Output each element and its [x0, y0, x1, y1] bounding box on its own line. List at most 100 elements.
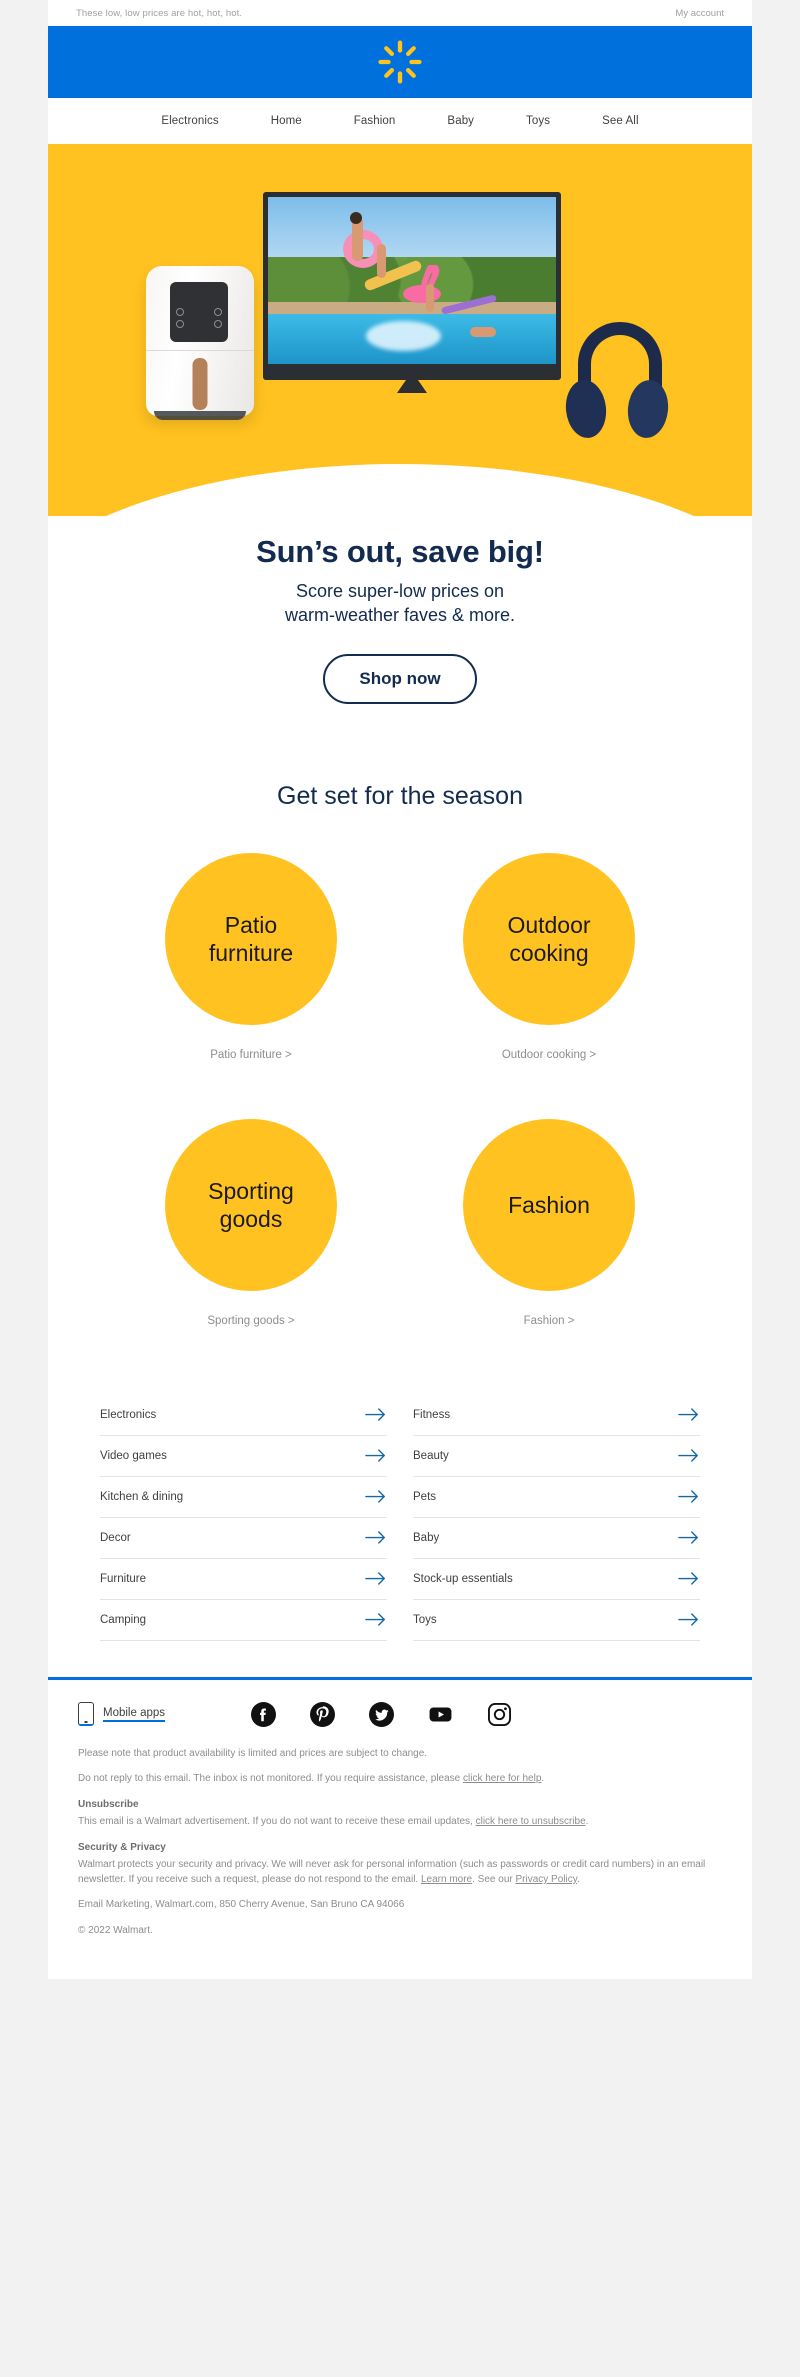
- arrow-right-icon: [678, 1408, 698, 1422]
- my-account-link[interactable]: My account: [675, 8, 724, 19]
- privacy-policy-link[interactable]: Privacy Policy: [515, 1874, 577, 1885]
- air-fryer-seam: [146, 350, 254, 351]
- nav-item-see-all[interactable]: See All: [576, 115, 665, 127]
- nav-item-home[interactable]: Home: [245, 115, 328, 127]
- list-item-label: Toys: [413, 1613, 437, 1626]
- arrow-right-icon: [365, 1572, 385, 1586]
- arrow-right-icon: [365, 1490, 385, 1504]
- no-reply-pre: Do not reply to this email. The inbox is…: [78, 1773, 464, 1785]
- list-item-label: Fitness: [413, 1408, 451, 1421]
- category-bubble[interactable]: Fashion: [463, 1118, 635, 1291]
- category-link[interactable]: Sporting goods >: [137, 1315, 365, 1327]
- facebook-icon: [251, 1701, 277, 1727]
- unsubscribe-title: Unsubscribe: [78, 1798, 722, 1813]
- list-item[interactable]: Decor: [100, 1518, 387, 1559]
- walmart-spark-logo[interactable]: [377, 39, 423, 85]
- company-address: Email Marketing, Walmart.com, 850 Cherry…: [78, 1899, 405, 1911]
- twitter-link[interactable]: [369, 1701, 395, 1727]
- facebook-link[interactable]: [251, 1701, 277, 1727]
- list-item[interactable]: Electronics: [100, 1395, 387, 1436]
- nav-item-toys[interactable]: Toys: [500, 115, 576, 127]
- link-list-left-column: Electronics Video games Kitchen & dining…: [100, 1395, 387, 1641]
- nav-item-fashion[interactable]: Fashion: [328, 115, 422, 127]
- section-title-get-set: Get set for the season: [277, 781, 523, 810]
- category-tile-outdoor-cooking[interactable]: Outdoor cooking Outdoor cooking >: [435, 852, 663, 1061]
- category-tile-fashion[interactable]: Fashion Fashion >: [435, 1118, 663, 1327]
- social-links: [251, 1701, 512, 1727]
- promo-subhead: Score super-low prices on warm-weather f…: [48, 580, 752, 628]
- email-page: These low, low prices are hot, hot, hot.…: [0, 0, 800, 2377]
- arrow-right-icon: [365, 1449, 385, 1463]
- list-item[interactable]: Stock-up essentials: [413, 1559, 700, 1600]
- help-link[interactable]: click here for help: [463, 1773, 541, 1784]
- list-item-label: Baby: [413, 1531, 440, 1544]
- availability-note: Please note that product availability is…: [78, 1747, 428, 1759]
- list-item[interactable]: Camping: [100, 1600, 387, 1641]
- tv-stand: [397, 380, 427, 393]
- security-body: Walmart protects your security and priva…: [78, 1859, 706, 1885]
- arrow-right-icon: [365, 1613, 385, 1627]
- nav-item-electronics[interactable]: Electronics: [135, 115, 244, 127]
- pinterest-link[interactable]: [310, 1701, 336, 1727]
- category-tile-sporting-goods[interactable]: Sporting goods Sporting goods >: [137, 1118, 365, 1327]
- pinterest-icon: [310, 1701, 336, 1727]
- list-item[interactable]: Beauty: [413, 1436, 700, 1477]
- category-bubble[interactable]: Outdoor cooking: [463, 852, 635, 1025]
- promo-block: Sun’s out, save big! Score super-low pri…: [48, 516, 752, 704]
- promo-subhead-line1: Score super-low prices on: [295, 581, 505, 601]
- category-bubble[interactable]: Sporting goods: [165, 1118, 337, 1291]
- email-card: Electronics Home Fashion Baby Toys See A…: [48, 26, 752, 1980]
- youtube-icon: [429, 1707, 452, 1722]
- list-item-label: Decor: [100, 1531, 131, 1544]
- email-footer: Mobile apps Please note that product ava…: [48, 1676, 752, 1980]
- category-bubble[interactable]: Patio furniture: [165, 852, 337, 1025]
- unsubscribe-heading: Unsubscribe: [78, 1798, 139, 1810]
- hero-banner[interactable]: [48, 144, 752, 516]
- category-link[interactable]: Outdoor cooking >: [435, 1049, 663, 1061]
- unsubscribe-link[interactable]: click here to unsubscribe: [476, 1816, 586, 1827]
- hero-product-stage: [48, 144, 752, 474]
- list-item[interactable]: Furniture: [100, 1559, 387, 1600]
- security-mid: . See our: [472, 1873, 516, 1885]
- shop-now-button[interactable]: Shop now: [323, 653, 477, 704]
- list-item[interactable]: Kitchen & dining: [100, 1477, 387, 1518]
- instagram-icon: [488, 1702, 511, 1726]
- list-item[interactable]: Pets: [413, 1477, 700, 1518]
- category-link[interactable]: Patio furniture >: [137, 1049, 365, 1061]
- category-link[interactable]: Fashion >: [435, 1315, 663, 1327]
- preheader-text: These low, low prices are hot, hot, hot.: [76, 7, 243, 19]
- arrow-right-icon: [678, 1531, 698, 1545]
- list-item[interactable]: Toys: [413, 1600, 700, 1641]
- unsubscribe-post: .: [585, 1816, 589, 1828]
- twitter-icon: [369, 1701, 395, 1727]
- youtube-link[interactable]: [428, 1702, 453, 1727]
- water-splash: [365, 320, 441, 351]
- category-tile-patio-furniture[interactable]: Patio furniture Patio furniture >: [137, 852, 365, 1061]
- learn-more-link[interactable]: Learn more: [421, 1874, 472, 1885]
- bubble-line1: Fashion: [508, 1191, 590, 1218]
- air-fryer-base: [154, 411, 246, 420]
- no-reply-note: Do not reply to this email. The inbox is…: [78, 1772, 722, 1787]
- footer-top-row: Mobile apps: [78, 1701, 722, 1727]
- security-heading: Security & Privacy: [78, 1841, 166, 1853]
- list-item[interactable]: Video games: [100, 1436, 387, 1477]
- list-item[interactable]: Fitness: [413, 1395, 700, 1436]
- swimmer-4: [469, 327, 496, 338]
- air-fryer-handle: [192, 358, 208, 410]
- brand-bar: [48, 26, 752, 98]
- list-item[interactable]: Baby: [413, 1518, 700, 1559]
- air-fryer-control-panel: [170, 282, 228, 342]
- arrow-right-icon: [365, 1408, 385, 1422]
- nav-item-baby[interactable]: Baby: [421, 115, 500, 127]
- category-row-1: Patio furniture Patio furniture > Outdoo…: [48, 852, 752, 1061]
- copyright-text: © 2022 Walmart.: [78, 1924, 153, 1936]
- unsubscribe-pre: This email is a Walmart advertisement. I…: [78, 1816, 476, 1828]
- instagram-link[interactable]: [487, 1702, 512, 1727]
- list-item-label: Kitchen & dining: [100, 1490, 184, 1503]
- television-product-image: [263, 192, 561, 393]
- list-item-label: Camping: [100, 1613, 147, 1626]
- list-item-label: Furniture: [100, 1572, 147, 1585]
- swimmer-2: [377, 243, 387, 278]
- mobile-apps-link[interactable]: Mobile apps: [78, 1702, 166, 1727]
- link-list-right-column: Fitness Beauty Pets Baby Stock-up essent…: [413, 1395, 700, 1641]
